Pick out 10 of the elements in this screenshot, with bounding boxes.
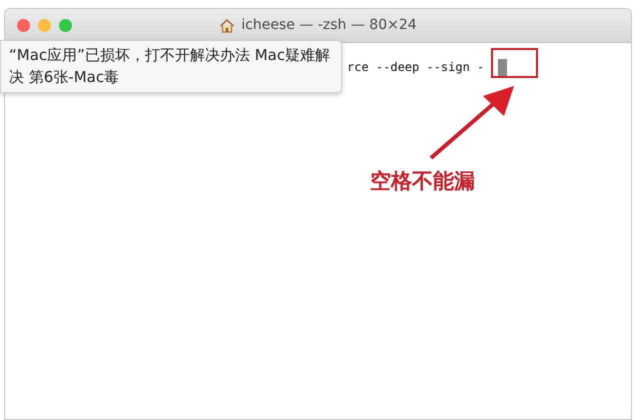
close-button[interactable] [17, 19, 30, 32]
window-title: icheese — -zsh — 80×24 [241, 16, 417, 35]
tooltip: “Mac应用”已损坏，打不开解决办法 Mac疑难解决 第6张-Mac毒 [0, 40, 342, 93]
house-icon [219, 18, 236, 34]
text-cursor [498, 58, 508, 76]
minimize-button[interactable] [38, 19, 51, 32]
zoom-button[interactable] [59, 19, 72, 32]
annotation-label: 空格不能漏 [370, 168, 475, 195]
highlight-rectangle [491, 48, 538, 78]
terminal-line: rce --deep --sign - [347, 59, 484, 76]
